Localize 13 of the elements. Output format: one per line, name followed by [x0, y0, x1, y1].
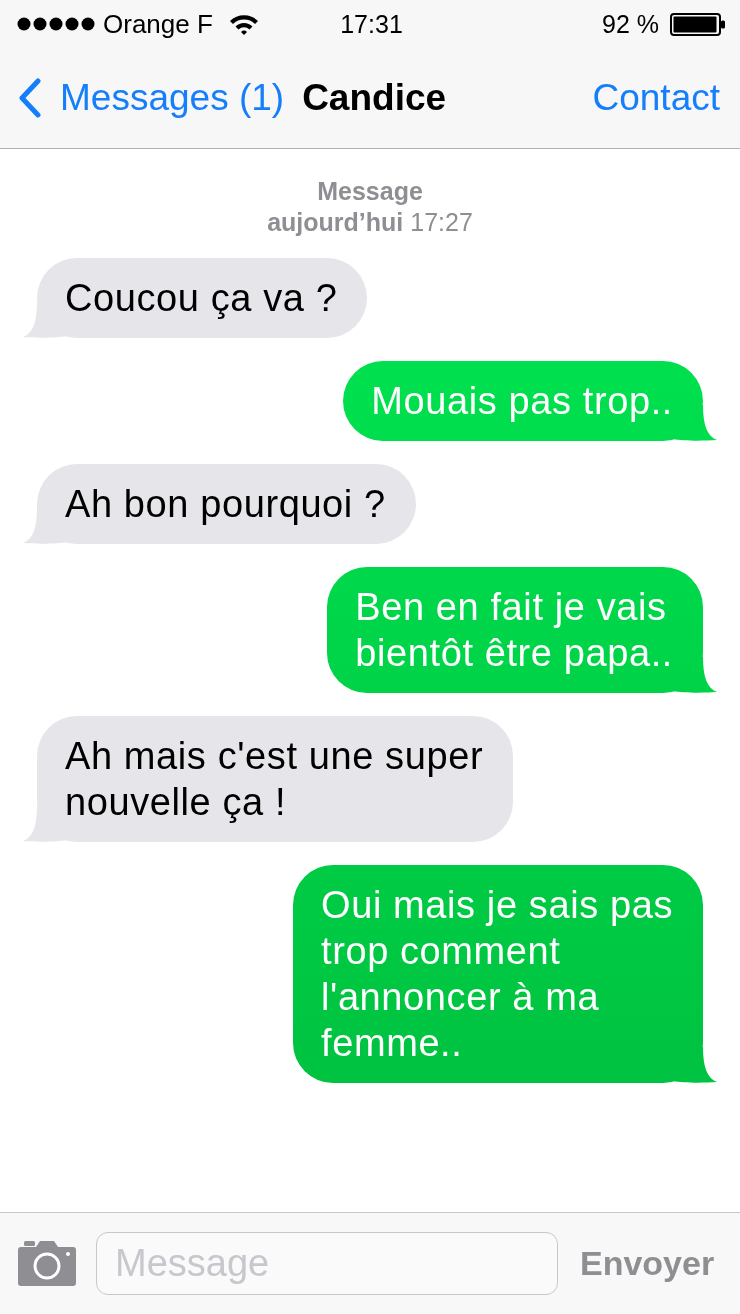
conversation-title: Candice [302, 77, 447, 119]
contact-button[interactable]: Contact [592, 76, 720, 120]
carrier-name: Orange F [103, 8, 213, 40]
message-timestamp: aujourd’hui 17:27 [267, 207, 473, 238]
camera-icon[interactable] [18, 1241, 76, 1286]
chevron-left-icon [18, 78, 42, 118]
status-time: 17:31 [340, 9, 403, 39]
wifi-icon [228, 13, 259, 35]
thread-label: Message [317, 176, 423, 207]
battery-percentage: 92 % [602, 9, 659, 39]
signal-icon [17, 17, 95, 31]
back-button[interactable]: Messages (1) [18, 76, 285, 120]
battery-icon [670, 12, 726, 36]
